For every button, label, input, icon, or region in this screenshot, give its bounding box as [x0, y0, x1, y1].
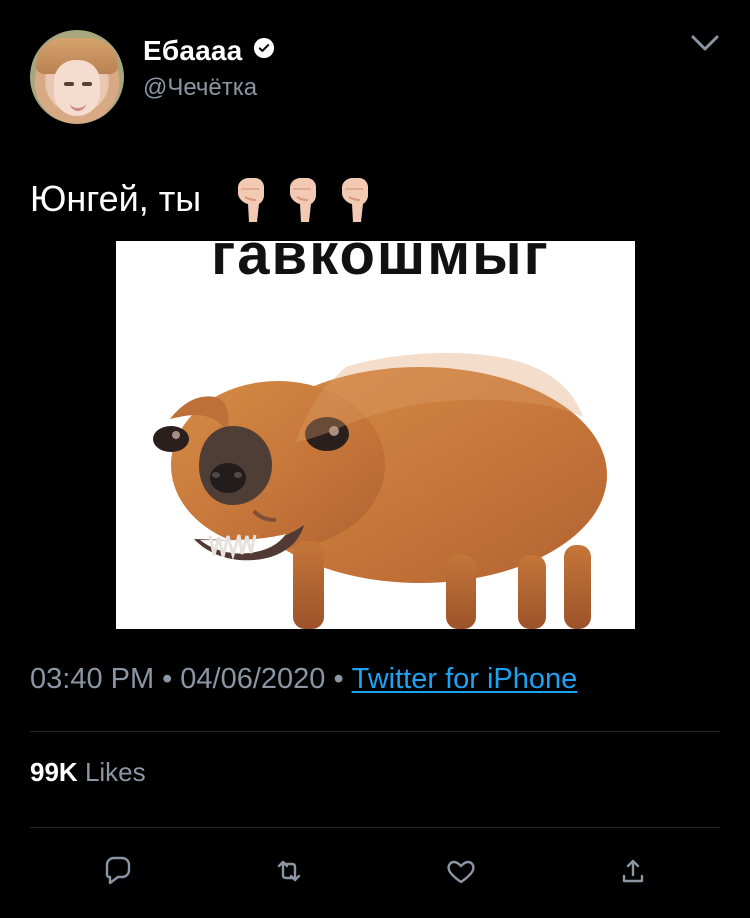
tweet-source-link[interactable]: Twitter for iPhone: [352, 663, 578, 695]
tweet-time: 03:40 PM: [30, 663, 155, 695]
share-button[interactable]: [615, 853, 651, 889]
avatar[interactable]: [30, 30, 124, 124]
tweet-text: Юнгей, ты: [30, 178, 202, 219]
dog-image: [153, 352, 607, 629]
verified-badge-icon: [254, 38, 274, 58]
meta-separator: •: [162, 663, 173, 695]
share-icon: [622, 859, 644, 883]
heart-icon: [447, 860, 475, 884]
tweet-date: 04/06/2020: [180, 663, 326, 695]
display-name[interactable]: Ебаааа: [143, 37, 242, 65]
likes-count: 99K: [30, 757, 78, 787]
avatar-eye-right: [82, 82, 92, 86]
reply-icon: [105, 856, 131, 885]
pointing-down-emoji: [238, 178, 368, 222]
meta-separator: •: [333, 663, 344, 695]
image-caption: гавкошмыг: [211, 241, 550, 287]
tweet-image[interactable]: гавкошмыг: [116, 241, 635, 629]
reply-button[interactable]: [99, 853, 135, 889]
divider-bottom: [30, 827, 720, 828]
user-handle[interactable]: @Чечётка: [143, 76, 257, 100]
like-button[interactable]: [443, 853, 479, 889]
chevron-down-icon[interactable]: [689, 26, 721, 58]
retweet-icon: [277, 860, 301, 882]
tweet-meta: 03:40 PM • 04/06/2020 • Twitter for iPhone: [30, 665, 577, 694]
divider-top: [30, 731, 720, 732]
avatar-eye-left: [64, 82, 74, 86]
likes-summary[interactable]: 99K Likes: [30, 759, 146, 785]
likes-label: Likes: [84, 757, 146, 787]
retweet-button[interactable]: [271, 853, 307, 889]
